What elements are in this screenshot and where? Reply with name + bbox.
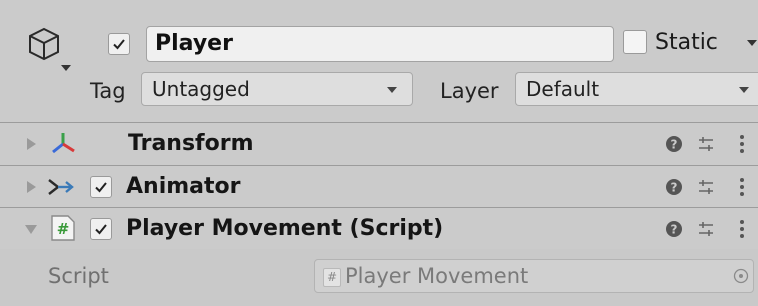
component-header-animator[interactable]: Animator ? (0, 165, 758, 207)
svg-text:?: ? (671, 181, 678, 195)
chevron-down-icon (739, 87, 749, 93)
transform-axes-icon (52, 133, 75, 154)
svg-text:?: ? (671, 138, 678, 152)
checkmark-icon (95, 224, 107, 235)
script-hash-icon: # (51, 215, 75, 241)
checkmark-icon (113, 39, 125, 50)
animator-icon (48, 179, 74, 195)
svg-text:?: ? (671, 223, 678, 237)
static-label: Static (655, 30, 718, 55)
fold-arrow-down-icon[interactable] (24, 222, 38, 236)
presets-sliders-icon[interactable] (696, 177, 716, 197)
object-picker-icon[interactable] (733, 268, 749, 284)
presets-sliders-icon[interactable] (696, 134, 716, 154)
component-header-transform[interactable]: Transform ? (0, 122, 758, 165)
help-icon[interactable]: ? (664, 219, 684, 239)
static-dropdown-caret-icon[interactable] (746, 39, 758, 47)
kebab-menu-icon[interactable] (738, 133, 746, 155)
active-toggle-checkbox[interactable] (108, 33, 130, 55)
checkmark-icon (95, 182, 107, 193)
component-enabled-checkbox[interactable] (90, 176, 112, 198)
tag-dropdown[interactable]: Untagged (141, 72, 413, 106)
help-icon[interactable]: ? (664, 177, 684, 197)
script-field-value: Player Movement (345, 264, 529, 288)
component-title: Animator (126, 174, 241, 199)
component-title: Transform (128, 131, 254, 156)
tag-label: Tag (90, 79, 126, 103)
kebab-menu-icon[interactable] (738, 218, 746, 240)
icon-select-caret-icon[interactable] (60, 64, 72, 72)
fold-arrow-right-icon[interactable] (24, 180, 38, 194)
script-object-field[interactable]: # Player Movement (314, 259, 754, 293)
svg-text:#: # (57, 220, 70, 238)
component-title: Player Movement (Script) (126, 216, 444, 241)
chevron-down-icon (387, 87, 397, 93)
gameobject-cube-icon[interactable] (26, 26, 62, 62)
layer-label: Layer (440, 79, 499, 103)
component-enabled-checkbox[interactable] (90, 218, 112, 240)
help-icon[interactable]: ? (664, 134, 684, 154)
static-checkbox[interactable] (623, 30, 647, 54)
gameobject-name-input[interactable]: Player (146, 26, 614, 62)
component-header-player-movement[interactable]: # Player Movement (Script) ? (0, 207, 758, 249)
script-file-icon: # (323, 268, 341, 287)
layer-dropdown[interactable]: Default (515, 72, 758, 106)
fold-arrow-right-icon[interactable] (24, 137, 38, 151)
layer-value: Default (526, 77, 600, 101)
script-label: Script (48, 264, 109, 288)
kebab-menu-icon[interactable] (738, 176, 746, 198)
gameobject-header: Player Static Tag Untagged Layer Default (0, 0, 758, 122)
script-property-row: Script # Player Movement (0, 249, 758, 306)
presets-sliders-icon[interactable] (696, 219, 716, 239)
tag-value: Untagged (152, 77, 250, 101)
